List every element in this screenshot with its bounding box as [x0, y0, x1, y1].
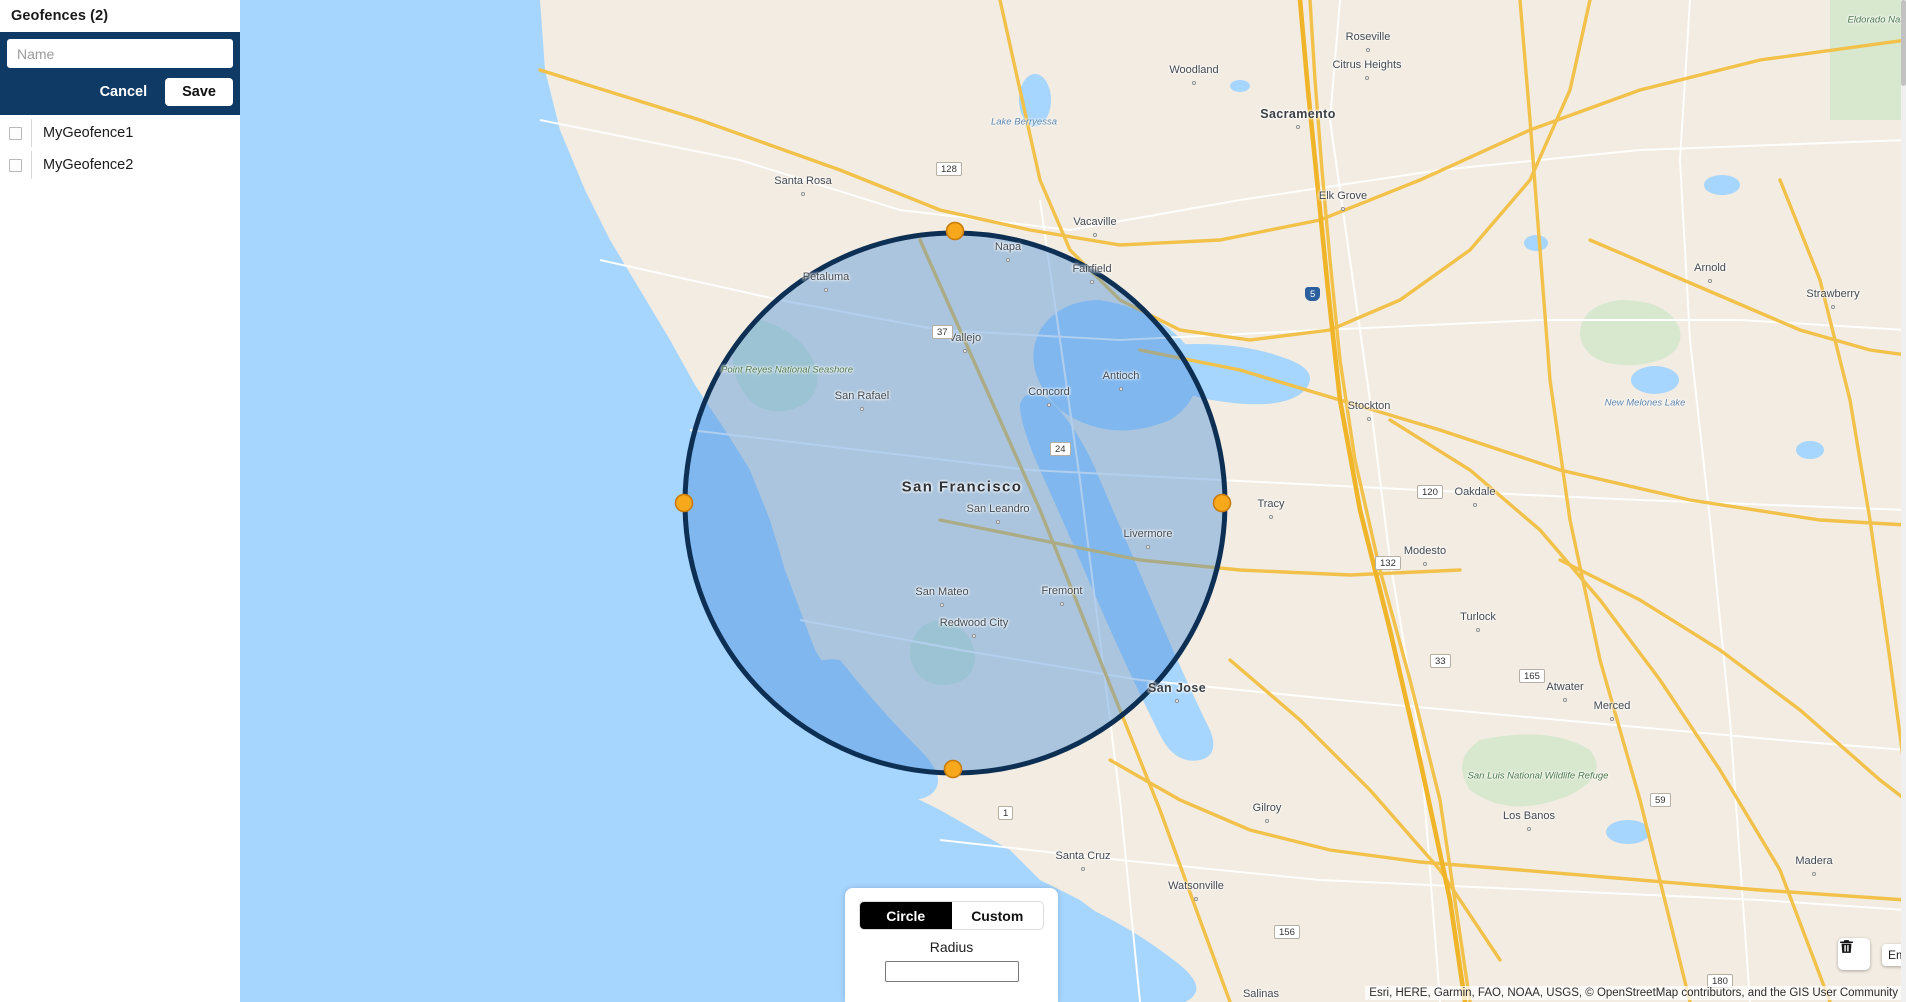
handle-east[interactable]: [1212, 493, 1232, 513]
sidebar-title: Geofences (2): [11, 8, 109, 24]
scrollbar-thumb[interactable]: [1901, 0, 1906, 86]
list-item[interactable]: MyGeofence2: [0, 149, 240, 181]
delete-geofence-button[interactable]: [1838, 938, 1870, 970]
shape-options-panel: Circle Custom Radius: [845, 888, 1058, 1002]
handle-south[interactable]: [943, 759, 963, 779]
handle-west[interactable]: [674, 493, 694, 513]
geofence-handles-layer[interactable]: [240, 0, 1906, 1002]
geofence-editor-panel: Cancel Save: [0, 32, 240, 115]
tab-custom[interactable]: Custom: [951, 902, 1043, 929]
geofence-list: MyGeofence1 MyGeofence2: [0, 115, 240, 181]
geofence-name-input[interactable]: [7, 39, 233, 68]
map-canvas[interactable]: Sacramento San Francisco San Jose Roseville…: [240, 0, 1906, 1002]
save-button[interactable]: Save: [165, 78, 233, 106]
geofences-sidebar: Geofences (2) Cancel Save MyGeofence1MyG…: [0, 0, 240, 1002]
list-item[interactable]: MyGeofence1: [0, 117, 240, 149]
editor-actions: Cancel Save: [7, 78, 233, 106]
trash-icon: [1840, 940, 1853, 953]
cancel-button[interactable]: Cancel: [92, 80, 156, 104]
geofence-name-label: MyGeofence1: [43, 125, 134, 141]
geofence-checkbox[interactable]: [0, 126, 30, 140]
list-divider: [31, 151, 32, 179]
geofence-map-app: Sacramento San Francisco San Jose Roseville…: [0, 0, 1906, 1002]
geofence-checkbox[interactable]: [0, 158, 30, 172]
radius-input[interactable]: [884, 961, 1019, 982]
handle-north[interactable]: [945, 221, 965, 241]
geofence-name-label: MyGeofence2: [43, 157, 134, 173]
list-divider: [31, 119, 32, 147]
tab-circle[interactable]: Circle: [860, 902, 952, 929]
radius-label: Radius: [929, 939, 974, 955]
map-attribution: Esri, HERE, Garmin, FAO, NOAA, USGS, © O…: [1365, 986, 1902, 1000]
shape-type-tabs: Circle Custom: [859, 901, 1044, 930]
page-scrollbar[interactable]: [1901, 0, 1906, 1002]
